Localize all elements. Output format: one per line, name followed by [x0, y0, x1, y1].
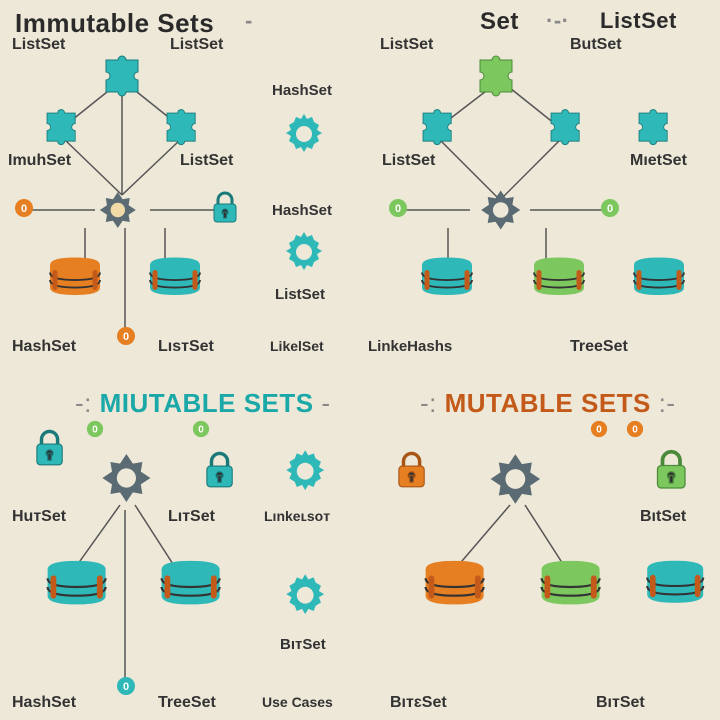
lock-icon: [30, 428, 70, 468]
label-hashset: HashSet: [12, 694, 76, 712]
dot-icon: [116, 676, 136, 696]
cogcluster-icon: [96, 446, 160, 510]
dot-icon: [388, 198, 408, 218]
cogcluster-icon: [484, 446, 550, 512]
stack-icon: [140, 255, 210, 310]
label-hashset: HashSet: [12, 338, 76, 356]
stack-icon: [414, 558, 494, 620]
label-treeset: TreeSet: [570, 338, 628, 356]
gear-icon: [280, 228, 328, 276]
label-hashset: HashSet: [272, 82, 332, 99]
label-linkehashs: LinkeHashs: [368, 338, 452, 355]
label-hashset: HashSet: [272, 202, 332, 219]
gear-icon: [280, 446, 332, 498]
stack-icon: [624, 255, 694, 310]
stack-icon: [530, 558, 610, 620]
dot-icon: [626, 420, 644, 438]
dot-icon: [116, 326, 136, 346]
stack-icon: [150, 558, 230, 620]
dot-icon: [86, 420, 104, 438]
label-bitset: BıтSet: [280, 636, 326, 653]
label-butset: ButSet: [570, 36, 622, 54]
label-mietset: MıetSet: [630, 152, 687, 170]
lock-icon: [650, 448, 694, 492]
label-hutset: HuтSet: [12, 508, 66, 526]
label-listset: ListSet: [275, 286, 325, 303]
stack-icon: [636, 558, 712, 618]
label-listset: LısтSet: [158, 338, 214, 356]
lock-icon: [392, 450, 432, 490]
label-likelset: LikelSet: [270, 338, 324, 354]
dot-icon: [192, 420, 210, 438]
gear-icon: [280, 110, 328, 158]
puzzle-icon: [632, 106, 674, 148]
puzzle-icon: [98, 52, 146, 100]
stack-icon: [524, 255, 594, 310]
label-biteset: BıтɛSet: [390, 694, 447, 712]
puzzle-icon: [40, 106, 82, 148]
stack-icon: [40, 255, 110, 310]
lock-icon: [200, 450, 240, 490]
label-imuhset: ImuhSet: [8, 152, 71, 170]
stack-icon: [36, 558, 116, 620]
label-usecases: Use Cases: [262, 694, 333, 710]
dot-icon: [14, 198, 34, 218]
dot-icon: [590, 420, 608, 438]
puzzle-icon: [416, 106, 458, 148]
label-bitset: BıtSet: [640, 508, 686, 526]
label-treeset: TreeSet: [158, 694, 216, 712]
puzzle-icon: [160, 106, 202, 148]
label-listset: ListSet: [380, 36, 433, 54]
label-listset: ListSet: [170, 36, 223, 54]
label-listset: ListSet: [12, 36, 65, 54]
label-listset: ListSet: [382, 152, 435, 170]
puzzle-icon: [472, 52, 520, 100]
connector-lines-br: [360, 360, 720, 720]
stack-icon: [412, 255, 482, 310]
gear-icon: [280, 570, 332, 622]
puzzle-icon: [544, 106, 586, 148]
lock-icon: [208, 190, 242, 224]
label-bitset: BıтSet: [596, 694, 645, 712]
cogcluster-icon: [476, 184, 528, 236]
label-listset: ListSet: [180, 152, 233, 170]
connector-lines-bl: [0, 360, 360, 720]
dot-icon: [600, 198, 620, 218]
label-litset: LıтSet: [168, 508, 215, 526]
label-linkedsot: Lınkeʟsoт: [264, 508, 330, 524]
cogcluster-icon: [95, 186, 143, 234]
